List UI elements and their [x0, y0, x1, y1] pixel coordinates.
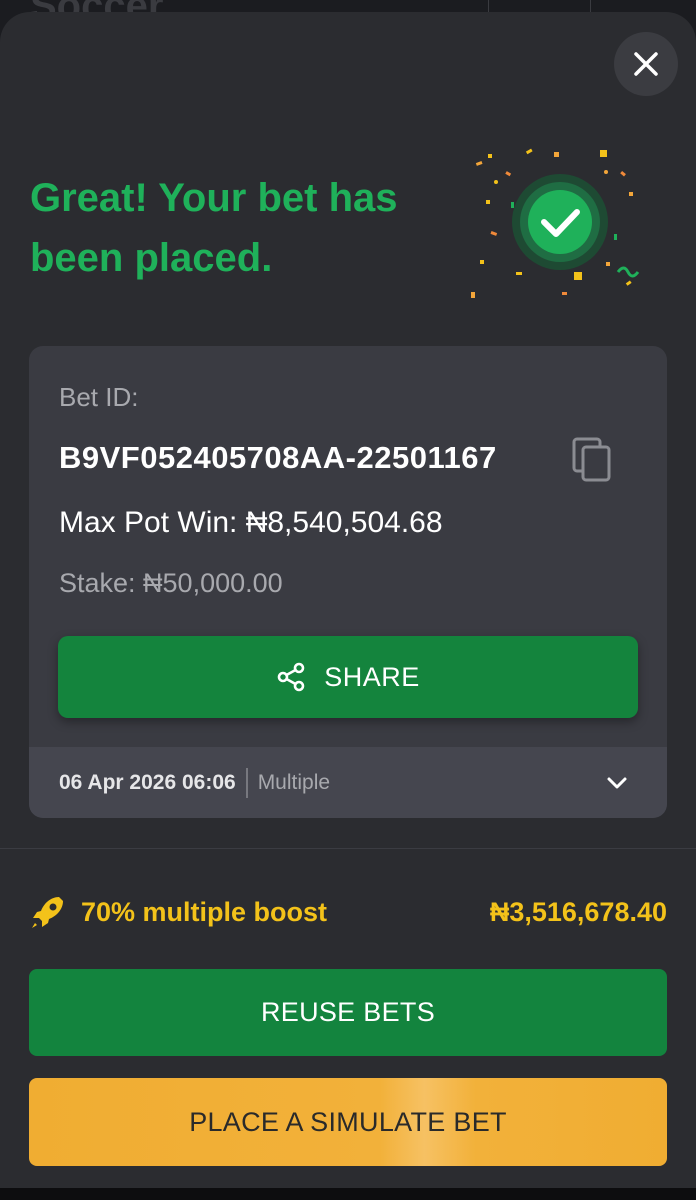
bet-id-label: Bet ID:	[59, 382, 139, 412]
bet-date: 06 Apr 2026 06:06	[59, 770, 236, 794]
copy-icon	[572, 437, 611, 482]
max-pot-win: Max Pot Win: ₦8,540,504.68	[59, 506, 443, 539]
bet-placed-sheet: Great! Your bet has been placed. Bet ID:	[0, 12, 696, 1188]
close-icon	[634, 52, 658, 76]
share-icon	[277, 662, 305, 692]
chevron-down-icon[interactable]	[605, 771, 629, 795]
boost-amount: ₦3,516,678.40	[489, 896, 667, 927]
bet-card-footer[interactable]: 06 Apr 2026 06:06 Multiple	[29, 747, 667, 818]
reuse-bets-label: REUSE BETS	[260, 997, 436, 1027]
bet-summary-card: Bet ID: B9VF052405708AA-22501167 Max Pot…	[29, 346, 667, 818]
success-title: Great! Your bet has been placed.	[30, 176, 398, 280]
share-button-label: SHARE	[324, 661, 420, 692]
bet-id-value: B9VF052405708AA-22501167	[59, 440, 497, 475]
close-button[interactable]	[614, 32, 678, 96]
background-bottom-bar	[0, 1188, 696, 1200]
check-circle-confetti-icon	[471, 148, 640, 298]
rocket-icon	[32, 897, 63, 928]
background-divider	[488, 0, 489, 12]
place-simulate-bet-label: PLACE A SIMULATE BET	[189, 1106, 507, 1137]
share-button[interactable]: SHARE	[58, 636, 638, 718]
bet-type: Multiple	[257, 770, 331, 794]
background-divider	[590, 0, 591, 12]
section-divider	[0, 848, 696, 849]
multiple-boost-row: 70% multiple boost ₦3,516,678.40	[29, 892, 667, 932]
footer-separator	[245, 767, 248, 798]
stake-amount: Stake: ₦50,000.00	[59, 568, 283, 598]
reuse-bets-button[interactable]: REUSE BETS	[29, 969, 667, 1056]
boost-label: 70% multiple boost	[81, 896, 328, 927]
place-simulate-bet-button[interactable]: PLACE A SIMULATE BET	[29, 1078, 667, 1166]
copy-bet-id-button[interactable]	[571, 436, 615, 484]
